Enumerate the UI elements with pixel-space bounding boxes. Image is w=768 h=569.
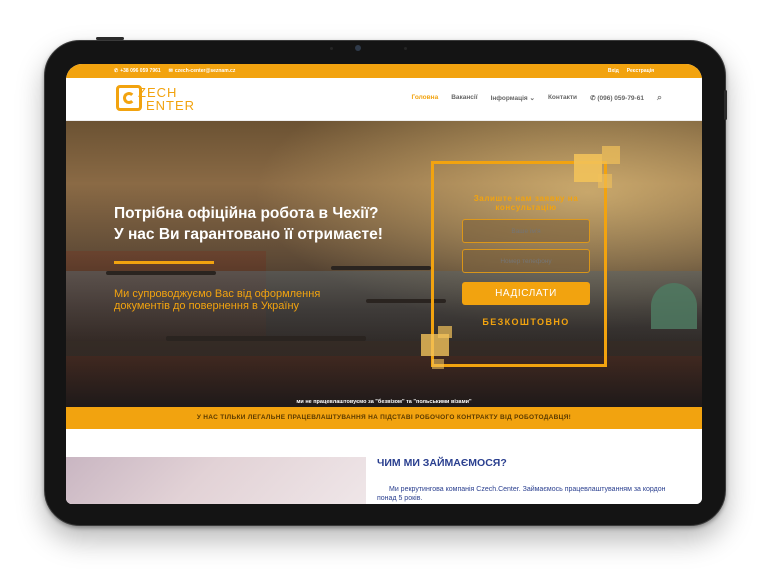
nav-item-info[interactable]: Інформація ⌄ bbox=[491, 94, 535, 103]
phone-field[interactable] bbox=[462, 249, 590, 273]
site-logo[interactable]: ZECH ENTER bbox=[116, 83, 226, 115]
power-button bbox=[724, 90, 727, 120]
decor-square bbox=[438, 326, 452, 338]
browser-screen: ✆ +38 096 059 7961 ✉ czech-center@seznam.c… bbox=[66, 64, 702, 504]
volume-button bbox=[96, 37, 124, 40]
nav-item-contacts[interactable]: Контакти bbox=[548, 94, 577, 103]
search-icon[interactable]: ⌕ bbox=[657, 92, 662, 103]
hero-subtitle: Ми супроводжуємо Вас від оформлення доку… bbox=[114, 288, 321, 312]
phone-icon: ✆ bbox=[114, 68, 119, 74]
legal-notice-band: У НАС ТІЛЬКИ ЛЕГАЛЬНЕ ПРАЦЕВЛАШТУВАННЯ Н… bbox=[66, 407, 702, 429]
top-phone[interactable]: ✆ +38 096 059 7961 bbox=[114, 68, 161, 74]
about-text: Ми рекрутингова компанія Czech.Center. З… bbox=[377, 486, 666, 502]
name-field[interactable] bbox=[462, 219, 590, 243]
camera-lens bbox=[355, 45, 361, 51]
logo-text: ZECH ENTER bbox=[138, 85, 196, 113]
login-link[interactable]: Вхід bbox=[608, 68, 619, 74]
free-label: БЕЗКОШТОВНО bbox=[482, 317, 570, 327]
chevron-down-icon: ⌄ bbox=[529, 95, 535, 102]
sensor-dot bbox=[330, 47, 333, 50]
phone-icon: ✆ bbox=[590, 95, 596, 102]
hero-title: Потрібна офіційна робота в Чехії? У нас … bbox=[114, 205, 383, 243]
register-link[interactable]: Реєстрація bbox=[627, 68, 654, 74]
nav-phone[interactable]: ✆ (096) 059-79-61 bbox=[590, 94, 644, 103]
bridge-shape bbox=[106, 271, 216, 275]
decor-square bbox=[598, 174, 612, 188]
form-title: Залиште нам заявку на консультацію bbox=[473, 194, 579, 212]
bridge-shape bbox=[331, 266, 431, 270]
nav-item-vacancies[interactable]: Вакансії bbox=[451, 94, 477, 103]
top-contact-bar: ✆ +38 096 059 7961 ✉ czech-center@seznam.c… bbox=[66, 64, 702, 78]
site-header: ZECH ENTER Головна Вакансії Інформація ⌄… bbox=[66, 78, 702, 121]
decor-square bbox=[432, 359, 444, 369]
mail-icon: ✉ bbox=[168, 68, 173, 74]
submit-button[interactable]: НАДІСЛАТИ bbox=[462, 282, 590, 305]
hero-background-dome bbox=[651, 283, 697, 329]
top-email[interactable]: ✉ czech-center@seznam.cz bbox=[169, 68, 236, 74]
main-nav: Головна Вакансії Інформація ⌄ Контакти ✆… bbox=[411, 92, 662, 103]
nav-item-home[interactable]: Головна bbox=[411, 94, 438, 103]
hero-note: ми не працевлаштовуємо за "безвізом" та … bbox=[296, 399, 472, 405]
hero-divider bbox=[114, 261, 214, 264]
about-photo bbox=[66, 457, 366, 504]
sensor-dot bbox=[404, 47, 407, 50]
bridge-shape bbox=[166, 336, 366, 341]
decor-square bbox=[602, 146, 620, 164]
about-heading: ЧИМ МИ ЗАЙМАЄМОСЯ? bbox=[377, 457, 507, 469]
